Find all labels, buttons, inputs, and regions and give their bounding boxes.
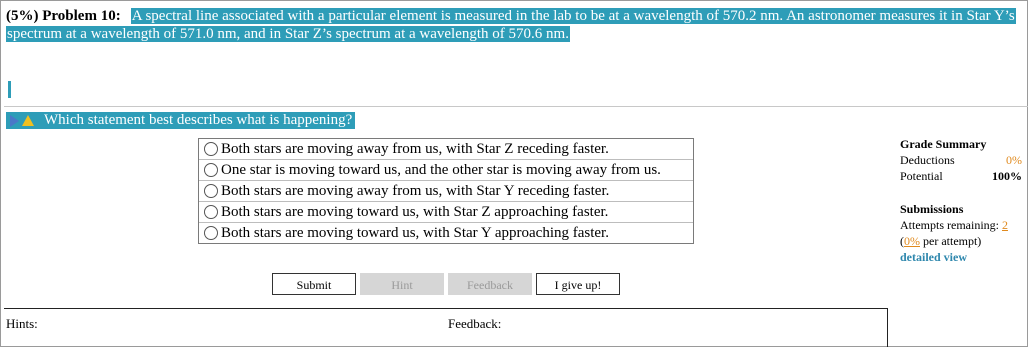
choice-option[interactable]: Both stars are moving away from us, with… (199, 181, 693, 202)
per-attempt-row: (0% per attempt) (900, 234, 982, 248)
panel-divider (4, 308, 888, 309)
potential-label: Potential (900, 169, 943, 183)
attempts-value: 2 (1001, 218, 1008, 232)
attempts-label: Attempts remaining: (900, 218, 999, 232)
per-attempt-value: 0% (904, 234, 920, 248)
submissions-title: Submissions (900, 202, 964, 216)
hint-button[interactable]: Hint (360, 273, 444, 295)
potential-row: Potential 100% (900, 168, 1022, 184)
text-cursor (8, 81, 11, 98)
question-bar: Which statement best describes what is h… (6, 112, 356, 129)
submit-button[interactable]: Submit (272, 273, 356, 295)
feedback-label: Feedback: (448, 316, 502, 331)
choice-option[interactable]: Both stars are moving toward us, with St… (199, 202, 693, 223)
radio-button[interactable] (204, 142, 218, 156)
give-up-button[interactable]: I give up! (536, 273, 620, 295)
feedback-button[interactable]: Feedback (448, 273, 532, 295)
deductions-label: Deductions (900, 153, 955, 167)
choice-label: Both stars are moving toward us, with St… (221, 204, 609, 220)
choice-label: Both stars are moving toward us, with St… (221, 225, 609, 241)
deductions-value: 0% (1006, 153, 1022, 167)
play-icon[interactable] (10, 114, 19, 127)
problem-number: (5%) Problem 10: (6, 8, 121, 24)
radio-button[interactable] (204, 226, 218, 240)
grade-summary-title: Grade Summary (900, 137, 987, 151)
radio-button[interactable] (204, 184, 218, 198)
choice-label: Both stars are moving away from us, with… (221, 141, 609, 157)
hints-label: Hints: (6, 316, 38, 331)
attempts-row: Attempts remaining: 2 (900, 217, 1026, 233)
problem-header: (5%) Problem 10: A spectral line associat… (6, 7, 1024, 43)
question-text: Which statement best describes what is h… (44, 112, 353, 128)
detailed-view-link[interactable]: detailed view (900, 249, 1026, 265)
deductions-row: Deductions 0% (900, 152, 1022, 168)
submissions-panel: Submissions Attempts remaining: 2 (0% pe… (900, 201, 1026, 265)
panel-divider-vertical (887, 308, 888, 347)
warning-icon (22, 115, 34, 126)
problem-statement: A spectral line associated with a partic… (6, 8, 1016, 42)
grade-summary: Grade Summary Deductions 0% Potential 10… (900, 136, 1022, 184)
choice-label: One star is moving toward us, and the ot… (221, 162, 661, 178)
choice-option[interactable]: Both stars are moving toward us, with St… (199, 223, 693, 243)
potential-value: 100% (992, 169, 1022, 183)
choice-option[interactable]: Both stars are moving away from us, with… (199, 139, 693, 160)
choices-list: Both stars are moving away from us, with… (198, 138, 694, 244)
choice-option[interactable]: One star is moving toward us, and the ot… (199, 160, 693, 181)
radio-button[interactable] (204, 163, 218, 177)
radio-button[interactable] (204, 205, 218, 219)
divider (4, 106, 1028, 107)
choice-label: Both stars are moving away from us, with… (221, 183, 610, 199)
